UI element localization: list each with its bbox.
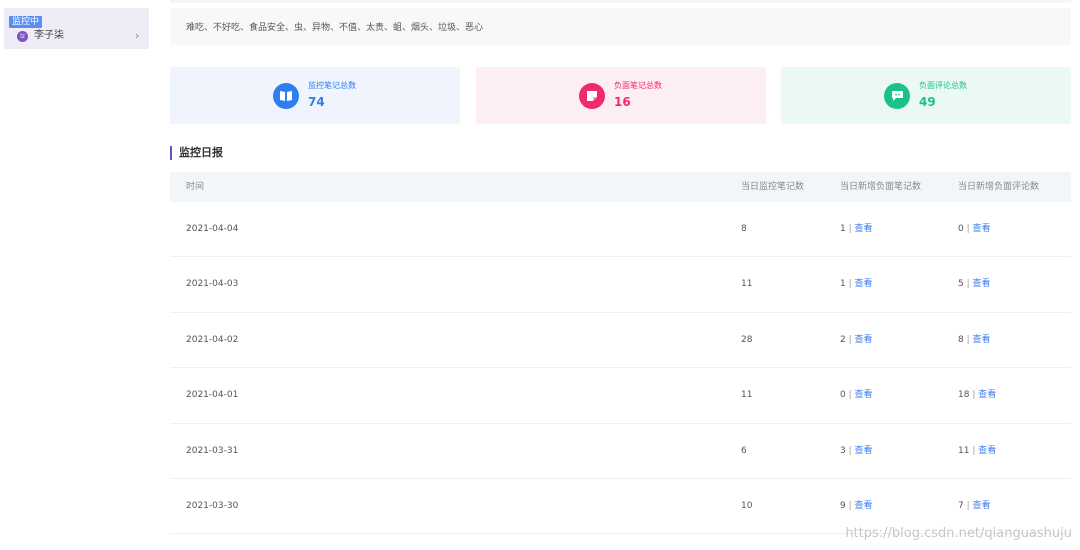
table-row: 2021-04-03 11 1 | 查看 5 | 查看: [170, 257, 1071, 313]
negative-comments-count: 18: [958, 390, 970, 401]
header-daily-notes: 当日监控笔记数: [741, 182, 805, 192]
row-date: 2021-04-01: [186, 390, 239, 401]
note-icon: [579, 83, 605, 109]
view-negative-comments-link[interactable]: 查看: [978, 446, 996, 456]
table-header: 时间 当日监控笔记数 当日新增负面笔记数 当日新增负面评论数: [170, 172, 1071, 202]
watermark: https://blog.csdn.net/qianguashuju: [845, 526, 1072, 541]
row-negative-notes: 0 | 查看: [840, 390, 873, 401]
keywords-bar: 难吃、不好吃、食品安全、虫、异物、不值、太贵、蛆、烟头、垃圾、恶心: [170, 8, 1071, 45]
book-icon: [273, 83, 299, 109]
negative-notes-count: 0: [840, 390, 846, 401]
row-negative-comments: 11 | 查看: [958, 445, 997, 456]
comment-icon: [884, 83, 910, 109]
stat-label: 负面评论总数: [919, 81, 967, 90]
avatar: lz: [17, 31, 28, 42]
row-daily-notes: 11: [741, 390, 753, 401]
negative-notes-count: 3: [840, 445, 846, 456]
view-negative-notes-link[interactable]: 查看: [855, 224, 873, 234]
stat-card-negative-notes: 负面笔记总数 16: [476, 67, 766, 124]
row-negative-notes: 3 | 查看: [840, 445, 873, 456]
stat-value: 74: [308, 95, 325, 109]
negative-comments-count: 7: [958, 500, 964, 511]
stat-label: 监控笔记总数: [308, 81, 356, 90]
stat-label: 负面笔记总数: [614, 81, 662, 90]
table-row: 2021-04-04 8 1 | 查看 0 | 查看: [170, 202, 1071, 258]
table-row: 2021-03-31 6 3 | 查看 11 | 查看: [170, 424, 1071, 479]
row-daily-notes: 28: [741, 334, 753, 345]
row-negative-notes: 1 | 查看: [840, 279, 873, 290]
keywords-text: 难吃、不好吃、食品安全、虫、异物、不值、太贵、蛆、烟头、垃圾、恶心: [186, 23, 484, 33]
sidebar-item-monitored-account[interactable]: 监控中 lz 李子柒 ›: [4, 8, 149, 49]
row-date: 2021-04-02: [186, 334, 239, 345]
row-date: 2021-04-04: [186, 224, 239, 234]
negative-comments-count: 8: [958, 334, 964, 345]
view-negative-notes-link[interactable]: 查看: [855, 279, 873, 289]
daily-report-table: 时间 当日监控笔记数 当日新增负面笔记数 当日新增负面评论数 2021-04-0…: [170, 172, 1071, 535]
view-negative-notes-link[interactable]: 查看: [855, 446, 873, 456]
row-daily-notes: 6: [741, 445, 747, 456]
negative-notes-count: 9: [840, 500, 846, 511]
negative-comments-count: 0: [958, 224, 964, 234]
view-negative-comments-link[interactable]: 查看: [973, 335, 991, 345]
row-negative-comments: 8 | 查看: [958, 334, 991, 345]
negative-notes-count: 2: [840, 334, 846, 345]
top-divider: [170, 0, 1071, 3]
header-negative-comments: 当日新增负面评论数: [958, 182, 1040, 192]
stat-card-total-notes: 监控笔记总数 74: [170, 67, 460, 124]
negative-notes-count: 1: [840, 224, 846, 234]
chevron-right-icon[interactable]: ›: [135, 29, 139, 43]
row-daily-notes: 8: [741, 224, 747, 234]
table-row: 2021-04-01 11 0 | 查看 18 | 查看: [170, 368, 1071, 424]
row-negative-comments: 18 | 查看: [958, 390, 997, 401]
row-date: 2021-04-03: [186, 279, 239, 290]
table-row: 2021-04-02 28 2 | 查看 8 | 查看: [170, 313, 1071, 369]
view-negative-notes-link[interactable]: 查看: [855, 501, 873, 511]
row-negative-notes: 2 | 查看: [840, 334, 873, 345]
stat-value: 16: [614, 95, 631, 109]
stat-card-negative-comments: 负面评论总数 49: [781, 67, 1071, 124]
negative-comments-count: 11: [958, 445, 970, 456]
row-negative-comments: 5 | 查看: [958, 279, 991, 290]
section-title: 监控日报: [170, 146, 223, 160]
row-daily-notes: 10: [741, 500, 753, 511]
view-negative-comments-link[interactable]: 查看: [973, 501, 991, 511]
stat-value: 49: [919, 95, 936, 109]
negative-comments-count: 5: [958, 279, 964, 290]
row-negative-notes: 1 | 查看: [840, 224, 873, 234]
monitoring-badge: 监控中: [9, 16, 43, 28]
view-negative-comments-link[interactable]: 查看: [973, 224, 991, 234]
view-negative-notes-link[interactable]: 查看: [855, 335, 873, 345]
view-negative-comments-link[interactable]: 查看: [978, 390, 996, 400]
row-daily-notes: 11: [741, 279, 753, 290]
account-name: 李子柒: [34, 30, 64, 41]
row-negative-comments: 0 | 查看: [958, 224, 991, 234]
header-time: 时间: [186, 182, 205, 192]
row-date: 2021-03-31: [186, 445, 239, 456]
negative-notes-count: 1: [840, 279, 846, 290]
view-negative-comments-link[interactable]: 查看: [973, 279, 991, 289]
header-negative-notes: 当日新增负面笔记数: [840, 182, 922, 192]
row-date: 2021-03-30: [186, 500, 239, 511]
view-negative-notes-link[interactable]: 查看: [855, 390, 873, 400]
